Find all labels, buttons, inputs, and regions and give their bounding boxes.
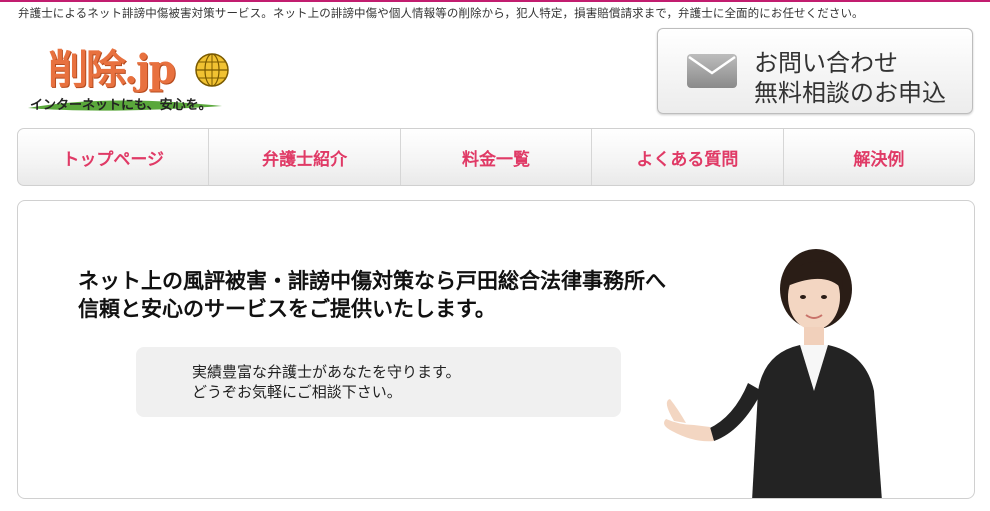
logo-text: 削除.jp (48, 46, 176, 93)
top-accent-line (0, 0, 990, 2)
site-tagline: 弁護士によるネット誹謗中傷被害対策サービス。ネット上の誹謗中傷や個人情報等の削除… (18, 6, 864, 20)
nav-item-lawyers[interactable]: 弁護士紹介 (209, 129, 401, 185)
hero-panel: ネット上の風評被害・誹謗中傷対策なら戸田総合法律事務所へ 信頼と安心のサービスを… (17, 200, 975, 499)
nav-item-cases[interactable]: 解決例 (784, 129, 974, 185)
bubble-line-1: 実績豊富な弁護士があなたを守ります。 (192, 363, 461, 381)
nav-item-faq[interactable]: よくある質問 (592, 129, 784, 185)
site-logo[interactable]: 削除.jp インターネットにも、安心を。 (26, 46, 246, 118)
contact-button[interactable]: お問い合わせ 無料相談のお申込 (657, 28, 973, 114)
nav-item-top[interactable]: トップページ (18, 129, 210, 185)
logo-subtitle: インターネットにも、安心を。 (30, 98, 212, 113)
hero-headline-1: ネット上の風評被害・誹謗中傷対策なら戸田総合法律事務所へ (78, 268, 666, 293)
woman-illustration (664, 249, 882, 498)
mail-icon (687, 54, 737, 88)
globe-icon (195, 53, 229, 87)
hero-headline-2: 信頼と安心のサービスをご提供いたします。 (78, 296, 496, 321)
bubble-line-2: どうぞお気軽にご相談下さい。 (192, 383, 402, 401)
message-bubble: 実績豊富な弁護士があなたを守ります。 どうぞお気軽にご相談下さい。 (136, 347, 621, 417)
main-nav: トップページ 弁護士紹介 料金一覧 よくある質問 解決例 (17, 128, 975, 186)
nav-item-fees[interactable]: 料金一覧 (401, 129, 593, 185)
contact-label-2: 無料相談のお申込 (754, 79, 946, 107)
